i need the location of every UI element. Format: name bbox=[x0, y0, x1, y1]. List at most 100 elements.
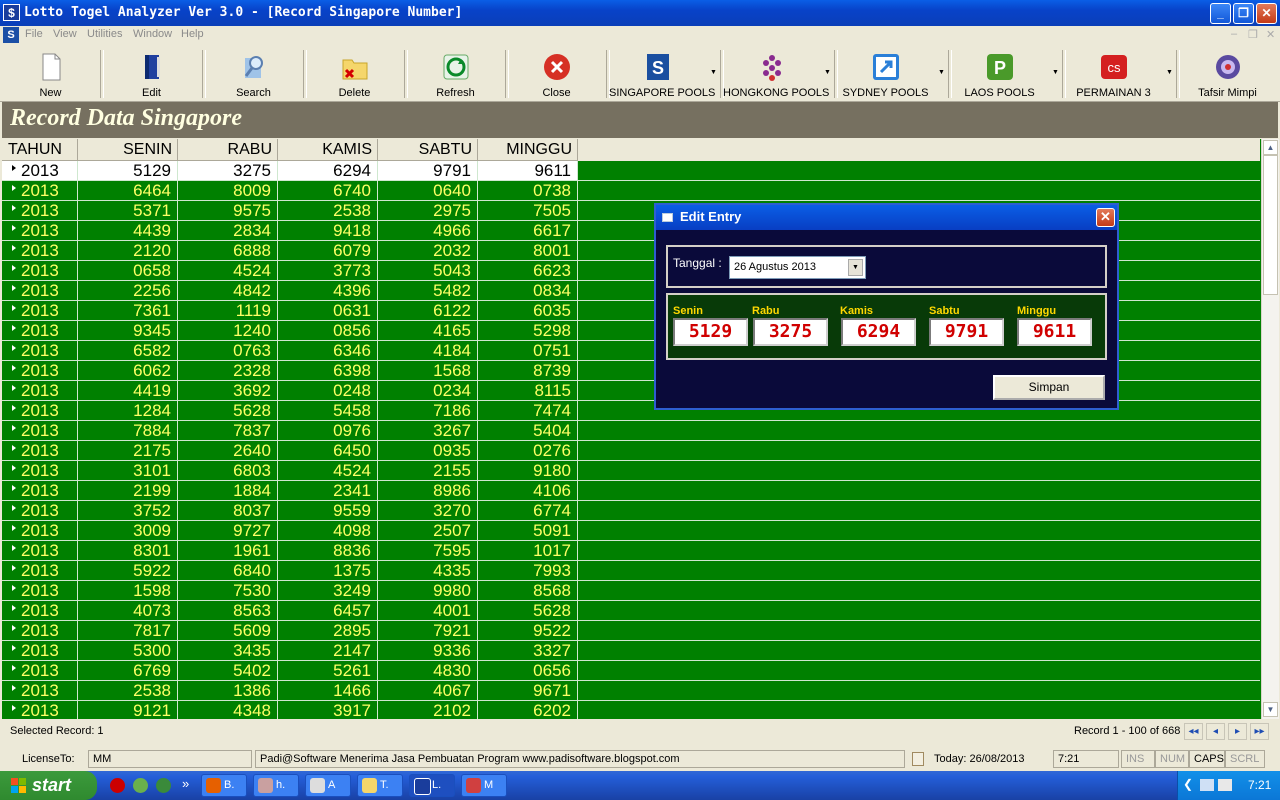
cell-rabu[interactable]: 6840 bbox=[178, 561, 278, 581]
cell-senin[interactable]: 4073 bbox=[78, 601, 178, 621]
cell-rabu[interactable]: 5609 bbox=[178, 621, 278, 641]
next-record-button[interactable]: ▸ bbox=[1228, 723, 1247, 740]
cell-minggu[interactable]: 5091 bbox=[478, 521, 578, 541]
cell-rabu[interactable]: 1884 bbox=[178, 481, 278, 501]
cell-tahun[interactable]: 2013 bbox=[2, 401, 78, 421]
cell-tahun[interactable]: 2013 bbox=[2, 661, 78, 681]
table-row[interactable]: 2013 2199 1884 2341 8986 4106 bbox=[2, 481, 1260, 501]
quicklaunch-more[interactable]: » bbox=[182, 776, 189, 791]
date-picker[interactable]: 26 Agustus 2013 ▼ bbox=[729, 256, 866, 279]
quicklaunch-app2-icon[interactable] bbox=[156, 778, 171, 793]
cell-minggu[interactable]: 9611 bbox=[478, 161, 578, 181]
cell-kamis[interactable]: 3773 bbox=[278, 261, 378, 281]
cell-sabtu[interactable]: 0640 bbox=[378, 181, 478, 201]
scroll-down-button[interactable]: ▼ bbox=[1263, 702, 1278, 717]
table-row[interactable]: 2013 2175 2640 6450 0935 0276 bbox=[2, 441, 1260, 461]
cell-senin[interactable]: 6464 bbox=[78, 181, 178, 201]
cell-tahun[interactable]: 2013 bbox=[2, 521, 78, 541]
cell-minggu[interactable]: 0751 bbox=[478, 341, 578, 361]
cell-senin[interactable]: 2120 bbox=[78, 241, 178, 261]
cell-minggu[interactable]: 6202 bbox=[478, 701, 578, 719]
cell-minggu[interactable]: 8739 bbox=[478, 361, 578, 381]
cell-tahun[interactable]: 2013 bbox=[2, 641, 78, 661]
column-header-sabtu[interactable]: SABTU bbox=[378, 139, 478, 161]
cell-senin[interactable]: 9121 bbox=[78, 701, 178, 719]
cell-kamis[interactable]: 6457 bbox=[278, 601, 378, 621]
cell-kamis[interactable]: 6398 bbox=[278, 361, 378, 381]
cell-sabtu[interactable]: 2975 bbox=[378, 201, 478, 221]
mdi-minimize-button[interactable]: – bbox=[1231, 28, 1237, 40]
cell-sabtu[interactable]: 4001 bbox=[378, 601, 478, 621]
cell-senin[interactable]: 8301 bbox=[78, 541, 178, 561]
cell-minggu[interactable]: 8115 bbox=[478, 381, 578, 401]
cell-rabu[interactable]: 1240 bbox=[178, 321, 278, 341]
cell-tahun[interactable]: 2013 bbox=[2, 541, 78, 561]
cell-sabtu[interactable]: 3267 bbox=[378, 421, 478, 441]
cell-senin[interactable]: 3009 bbox=[78, 521, 178, 541]
table-row[interactable]: 2013 5129 3275 6294 9791 9611 bbox=[2, 161, 1260, 181]
cell-rabu[interactable]: 5402 bbox=[178, 661, 278, 681]
scroll-up-button[interactable]: ▲ bbox=[1263, 140, 1278, 155]
cell-minggu[interactable]: 0834 bbox=[478, 281, 578, 301]
cell-rabu[interactable]: 2834 bbox=[178, 221, 278, 241]
cell-minggu[interactable]: 9671 bbox=[478, 681, 578, 701]
refresh-button[interactable]: Refresh bbox=[407, 49, 504, 99]
mdi-close-button[interactable]: ✕ bbox=[1266, 28, 1275, 41]
cell-rabu[interactable]: 3275 bbox=[178, 161, 278, 181]
permainan-dropdown-arrow[interactable]: ▼ bbox=[1166, 69, 1173, 76]
cell-minggu[interactable]: 1017 bbox=[478, 541, 578, 561]
cell-rabu[interactable]: 5628 bbox=[178, 401, 278, 421]
cell-rabu[interactable]: 6803 bbox=[178, 461, 278, 481]
cell-sabtu[interactable]: 3270 bbox=[378, 501, 478, 521]
cell-minggu[interactable]: 3327 bbox=[478, 641, 578, 661]
cell-rabu[interactable]: 7837 bbox=[178, 421, 278, 441]
cell-minggu[interactable]: 5628 bbox=[478, 601, 578, 621]
cell-senin[interactable]: 4419 bbox=[78, 381, 178, 401]
cell-rabu[interactable]: 3692 bbox=[178, 381, 278, 401]
cell-senin[interactable]: 1598 bbox=[78, 581, 178, 601]
table-row[interactable]: 2013 8301 1961 8836 7595 1017 bbox=[2, 541, 1260, 561]
quicklaunch-app-icon[interactable] bbox=[133, 778, 148, 793]
cell-senin[interactable]: 7361 bbox=[78, 301, 178, 321]
cell-tahun[interactable]: 2013 bbox=[2, 301, 78, 321]
cell-kamis[interactable]: 4098 bbox=[278, 521, 378, 541]
cell-tahun[interactable]: 2013 bbox=[2, 361, 78, 381]
cell-minggu[interactable]: 6623 bbox=[478, 261, 578, 281]
menu-window[interactable]: Window bbox=[133, 28, 172, 40]
cell-rabu[interactable]: 4348 bbox=[178, 701, 278, 719]
cell-rabu[interactable]: 6888 bbox=[178, 241, 278, 261]
cell-kamis[interactable]: 0976 bbox=[278, 421, 378, 441]
first-record-button[interactable]: ◂◂ bbox=[1184, 723, 1203, 740]
mdi-child-icon[interactable]: S bbox=[3, 27, 19, 43]
cell-sabtu[interactable]: 9336 bbox=[378, 641, 478, 661]
date-dropdown-arrow[interactable]: ▼ bbox=[848, 259, 863, 276]
search-button[interactable]: Search bbox=[205, 49, 302, 99]
cell-tahun[interactable]: 2013 bbox=[2, 221, 78, 241]
cell-minggu[interactable]: 5404 bbox=[478, 421, 578, 441]
cell-tahun[interactable]: 2013 bbox=[2, 581, 78, 601]
cell-minggu[interactable]: 0276 bbox=[478, 441, 578, 461]
cell-kamis[interactable]: 6294 bbox=[278, 161, 378, 181]
cell-tahun[interactable]: 2013 bbox=[2, 161, 78, 181]
cell-sabtu[interactable]: 7595 bbox=[378, 541, 478, 561]
close-button[interactable]: Close bbox=[508, 49, 605, 99]
cell-sabtu[interactable]: 4830 bbox=[378, 661, 478, 681]
cell-tahun[interactable]: 2013 bbox=[2, 241, 78, 261]
table-row[interactable]: 2013 3101 6803 4524 2155 9180 bbox=[2, 461, 1260, 481]
delete-button[interactable]: Delete bbox=[306, 49, 403, 99]
menu-utilities[interactable]: Utilities bbox=[87, 28, 122, 40]
cell-sabtu[interactable]: 4335 bbox=[378, 561, 478, 581]
cell-kamis[interactable]: 5261 bbox=[278, 661, 378, 681]
cell-kamis[interactable]: 0248 bbox=[278, 381, 378, 401]
dialog-title-bar[interactable]: Edit Entry ✕ bbox=[656, 205, 1117, 230]
cell-sabtu[interactable]: 0935 bbox=[378, 441, 478, 461]
cell-sabtu[interactable]: 4184 bbox=[378, 341, 478, 361]
printer-icon[interactable] bbox=[1218, 779, 1232, 791]
cell-kamis[interactable]: 5458 bbox=[278, 401, 378, 421]
laos-dropdown-arrow[interactable]: ▼ bbox=[1052, 69, 1059, 76]
table-row[interactable]: 2013 3752 8037 9559 3270 6774 bbox=[2, 501, 1260, 521]
cell-kamis[interactable]: 6346 bbox=[278, 341, 378, 361]
cell-kamis[interactable]: 2147 bbox=[278, 641, 378, 661]
cell-minggu[interactable]: 6617 bbox=[478, 221, 578, 241]
cell-sabtu[interactable]: 2102 bbox=[378, 701, 478, 719]
